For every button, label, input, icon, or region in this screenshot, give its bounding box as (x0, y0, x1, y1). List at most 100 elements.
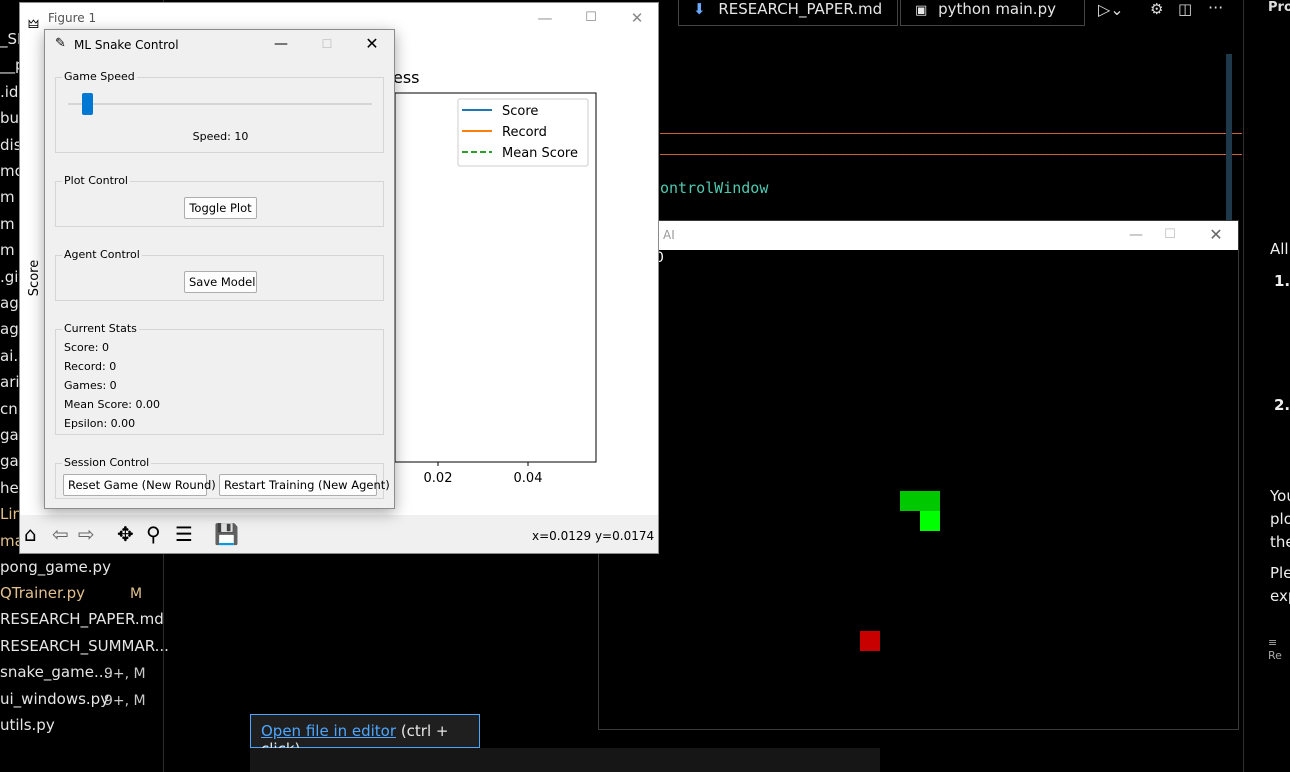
speed-slider-thumb[interactable] (82, 93, 93, 115)
stat-games: Games: 0 (64, 379, 117, 392)
stat-mean-score: Mean Score: 0.00 (64, 398, 160, 411)
minimize-icon[interactable]: — (261, 30, 301, 58)
game-speed-frame: Game Speed Speed: 10 (55, 70, 384, 153)
explorer-item-partial[interactable]: ga (0, 426, 19, 444)
panel-list-item: 1. (1274, 272, 1290, 290)
explorer-file-qtrainer[interactable]: QTrainer.py (0, 584, 85, 602)
window-title: ML Snake Control (74, 38, 179, 52)
run-icon[interactable]: ▷⌄ (1098, 0, 1124, 19)
speed-value-text: Speed: 10 (192, 130, 249, 143)
explorer-item-partial[interactable]: ga (0, 452, 19, 470)
panel-footer: ≡ Re (1268, 636, 1282, 662)
pan-icon[interactable]: ✥ (117, 522, 141, 546)
current-stats-frame: Current Stats Score: 0 Record: 0 Games: … (55, 322, 384, 435)
minimize-icon[interactable]: — (522, 3, 568, 33)
maximize-icon[interactable]: ☐ (1147, 221, 1193, 249)
restart-training-button[interactable]: Restart Training (New Agent) (219, 474, 390, 496)
split-editor-icon[interactable]: ◫ (1178, 0, 1192, 18)
explorer-file-research-paper[interactable]: RESEARCH_PAPER.md (0, 610, 164, 628)
tab-label: RESEARCH_PAPER.md (718, 0, 883, 18)
stat-score: Score: 0 (64, 341, 110, 354)
explorer-item-partial[interactable]: m (0, 188, 15, 206)
save-figure-icon[interactable]: 💾 (214, 522, 239, 546)
agent-control-frame: Agent Control Save Model (55, 248, 384, 301)
terminal-icon: ▣ (915, 3, 928, 18)
frame-label: Agent Control (62, 248, 142, 261)
save-model-button[interactable]: Save Model (184, 271, 257, 293)
editor-tab-bar: ⬇ RESEARCH_PAPER.md ▣ python main.py ▷⌄ … (660, 0, 1240, 28)
link-hover-tooltip: Open file in editor (ctrl + click) (250, 714, 480, 758)
chat-panel: Pro All 1. 2. Youplothe Pleexp ≡ Re (1243, 0, 1290, 772)
maximize-icon[interactable]: ☐ (307, 30, 347, 58)
close-icon[interactable]: ✕ (352, 30, 392, 58)
game-title-bar: AI — ☐ ✕ (599, 221, 1238, 250)
matplotlib-icon: 🜲 (28, 17, 39, 31)
explorer-file-utils[interactable]: utils.py (0, 716, 55, 734)
window-title: Figure 1 (48, 11, 97, 25)
code-text: ontrolWindow (660, 179, 769, 197)
explorer-item-partial[interactable]: bu (0, 109, 19, 127)
file-status-badge: M (130, 586, 143, 602)
panel-paragraph: Youplothe (1270, 487, 1290, 551)
current-line-highlight (660, 133, 1242, 155)
legend-label: Mean Score (502, 146, 578, 161)
ml-snake-control-window[interactable]: ✎ ML Snake Control — ☐ ✕ Game Speed Spee… (44, 29, 395, 509)
x-tick-label: 0.04 (514, 471, 543, 486)
explorer-item-partial[interactable]: m (0, 241, 15, 259)
forward-icon[interactable]: ⇨ (78, 522, 102, 546)
legend-label: Record (502, 125, 547, 140)
figure-toolbar: ⌂ ⇦ ⇨ ✥ ⚲ ☰ 💾 x=0.0129 y=0.0174 (20, 515, 658, 553)
back-icon[interactable]: ⇦ (52, 522, 76, 546)
y-axis-label: Score (27, 260, 42, 296)
explorer-file-ui-windows[interactable]: ui_windows.py (0, 690, 109, 708)
panel-paragraph: Pleexp (1270, 564, 1290, 605)
close-icon[interactable]: ✕ (614, 3, 660, 33)
frame-label: Game Speed (62, 70, 137, 83)
chart-legend: Score Record Mean Score (457, 98, 589, 167)
explorer-file-pong-game[interactable]: pong_game.py (0, 558, 111, 576)
tab-label: python main.py (938, 0, 1056, 18)
toggle-plot-button[interactable]: Toggle Plot (184, 197, 257, 219)
stat-record: Record: 0 (64, 360, 117, 373)
hover-region (250, 748, 880, 772)
x-tick-label: 0.02 (424, 471, 453, 486)
snake-body (900, 491, 940, 511)
frame-label: Session Control (62, 456, 152, 469)
explorer-file-snake-game[interactable]: snake_game.... (0, 663, 113, 681)
panel-list-item: 2. (1274, 396, 1290, 414)
speed-slider-track[interactable] (68, 103, 372, 105)
tab-python-main[interactable]: ▣ python main.py (900, 0, 1085, 26)
minimap-scrollbar[interactable] (1226, 54, 1232, 224)
window-title: AI (663, 228, 675, 242)
plot-control-frame: Plot Control Toggle Plot (55, 174, 384, 227)
zoom-icon[interactable]: ⚲ (146, 522, 170, 546)
file-status-badge: 9+, M (104, 666, 146, 682)
cursor-coordinates: x=0.0129 y=0.0174 (532, 529, 655, 543)
stat-epsilon: Epsilon: 0.00 (64, 417, 136, 430)
reset-game-button[interactable]: Reset Game (New Round) (63, 474, 216, 496)
panel-title: Pro (1268, 0, 1290, 15)
panel-text: All (1270, 240, 1289, 258)
debug-icon[interactable]: ⚙ (1150, 0, 1163, 18)
explorer-file-research-summary[interactable]: RESEARCH_SUMMAR... (0, 637, 169, 655)
markdown-download-icon: ⬇ (693, 0, 706, 18)
maximize-icon[interactable]: ☐ (568, 3, 614, 33)
frame-label: Plot Control (62, 174, 130, 187)
food-pellet (860, 631, 880, 651)
frame-label: Current Stats (62, 322, 139, 335)
snake-head (920, 511, 940, 531)
close-icon[interactable]: ✕ (1193, 221, 1239, 249)
more-actions-icon[interactable]: ··· (1208, 0, 1223, 17)
feather-icon: ✎ (55, 36, 66, 51)
open-file-link[interactable]: Open file in editor (261, 722, 396, 740)
explorer-item-partial[interactable]: m (0, 215, 15, 233)
legend-label: Score (502, 104, 538, 119)
home-icon[interactable]: ⌂ (24, 522, 48, 546)
session-control-frame: Session Control Reset Game (New Round) R… (55, 456, 390, 499)
control-title-bar: ✎ ML Snake Control — ☐ ✕ (45, 30, 394, 60)
snake-game-window[interactable]: AI — ☐ ✕ 0 (598, 220, 1239, 730)
tab-research-paper[interactable]: ⬇ RESEARCH_PAPER.md (678, 0, 898, 26)
file-status-badge: 9+, M (104, 693, 146, 709)
chart-title: ess (393, 68, 420, 87)
configure-subplots-icon[interactable]: ☰ (175, 522, 199, 546)
